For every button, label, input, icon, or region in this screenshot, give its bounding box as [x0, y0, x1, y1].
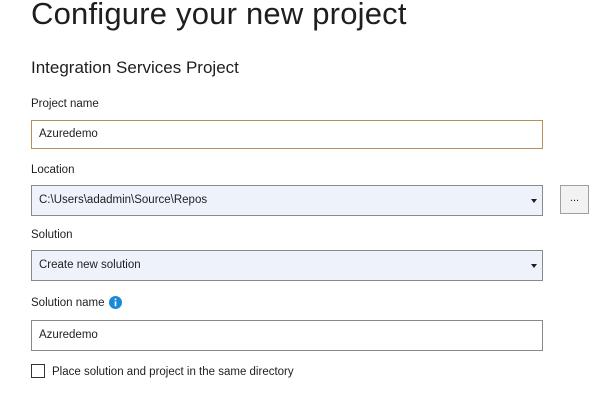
solution-value: Create new solution	[39, 259, 141, 271]
location-value: C:\Users\adadmin\Source\Repos	[39, 194, 208, 206]
same-directory-checkbox[interactable]	[31, 364, 45, 378]
solution-name-label: Solution name	[31, 297, 105, 309]
configure-project-page: Configure your new project Integration S…	[0, 0, 597, 402]
project-name-value: Azuredemo	[39, 128, 98, 140]
same-directory-label[interactable]: Place solution and project in the same d…	[52, 365, 294, 379]
solution-name-field[interactable]: Azuredemo	[31, 320, 543, 351]
info-icon[interactable]	[109, 296, 122, 309]
location-label: Location	[31, 164, 75, 176]
solution-dropdown-arrow-icon[interactable]	[526, 251, 542, 280]
project-type-label: Integration Services Project	[31, 58, 239, 77]
location-dropdown-arrow-icon[interactable]	[526, 186, 542, 215]
project-name-field[interactable]: Azuredemo	[31, 120, 543, 149]
solution-name-value: Azuredemo	[39, 329, 98, 341]
solution-combobox[interactable]: Create new solution	[31, 250, 543, 281]
project-name-label: Project name	[31, 98, 99, 110]
browse-location-button[interactable]: ...	[560, 185, 589, 214]
location-combobox[interactable]: C:\Users\adadmin\Source\Repos	[31, 185, 543, 216]
page-title: Configure your new project	[31, 0, 407, 31]
solution-label: Solution	[31, 229, 73, 241]
